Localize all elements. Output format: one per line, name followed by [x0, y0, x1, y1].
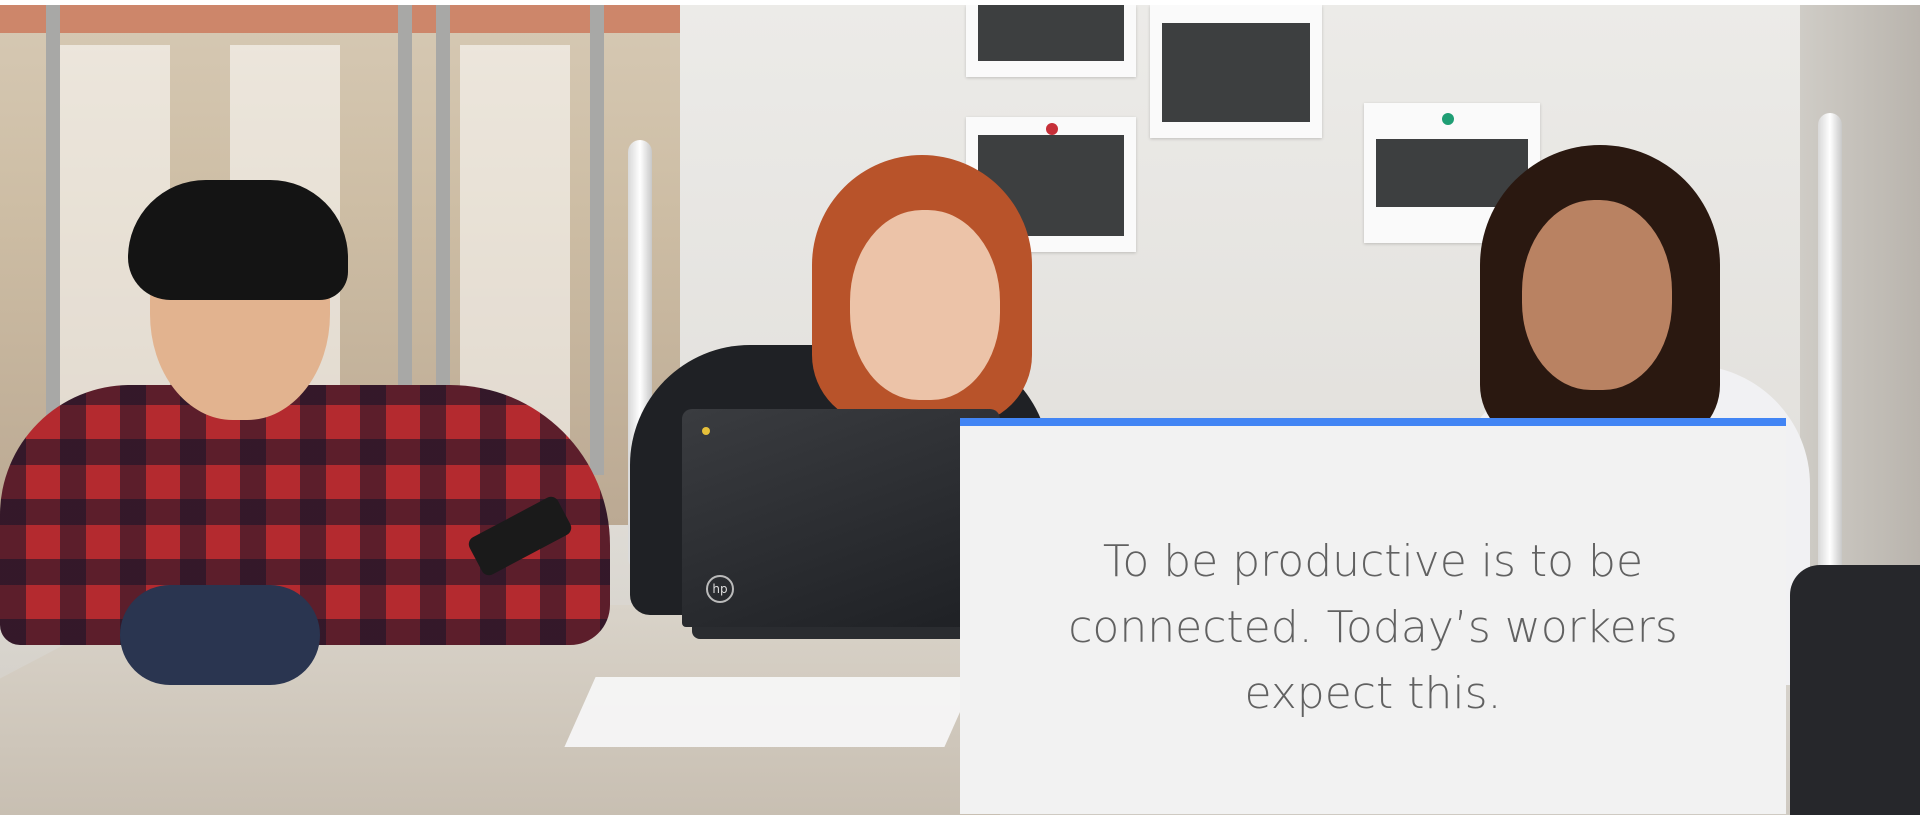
pinned-paper: [1150, 5, 1322, 138]
white-pole: [1818, 113, 1842, 643]
pinned-paper: [966, 5, 1136, 77]
office-chair: [1790, 565, 1920, 815]
paper-document: [564, 677, 976, 747]
quote-card: To be productive is to be connected. Tod…: [960, 418, 1786, 814]
quote-text: To be productive is to be connected. Tod…: [1068, 536, 1678, 719]
hp-logo-icon: hp: [706, 575, 734, 603]
laptop: hp: [682, 409, 1000, 639]
laptop-logo-icon: [702, 427, 710, 435]
